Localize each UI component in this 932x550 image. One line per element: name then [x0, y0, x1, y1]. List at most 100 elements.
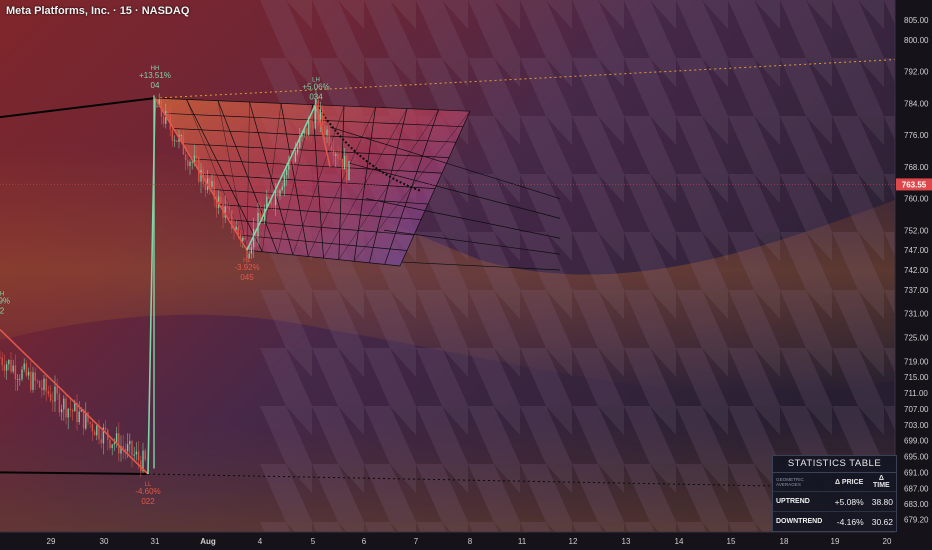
- candle-body: [58, 393, 61, 413]
- chart-title: Meta Platforms, Inc. · 15 · NASDAQ: [6, 5, 190, 17]
- candle-body: [52, 400, 54, 402]
- stats-row-label: DOWNTREND: [776, 518, 823, 525]
- x-tick-label: 14: [675, 537, 684, 546]
- y-tick-label: 703.00: [904, 421, 929, 430]
- y-tick-label: 737.00: [904, 286, 929, 295]
- candle-body: [8, 360, 10, 365]
- candle-body: [162, 116, 165, 124]
- candle-body: [60, 409, 63, 413]
- chart-stage: LL -4.60% 022 HH +13.51% 04 HL -3.92% 045 LH +5.06…: [0, 0, 932, 550]
- candle-body: [310, 120, 312, 122]
- candle-body: [109, 439, 111, 448]
- candle-body: [21, 369, 23, 380]
- candle-body: [1, 357, 3, 366]
- x-tick-label: 18: [780, 537, 789, 546]
- x-tick-label: 31: [151, 537, 160, 546]
- x-tick-label: 19: [831, 537, 840, 546]
- y-tick-label: 715.00: [904, 373, 929, 382]
- y-tick-label: 719.00: [904, 357, 929, 366]
- candle-body: [348, 160, 350, 181]
- candle-body: [326, 129, 328, 136]
- candle-body: [65, 398, 67, 418]
- y-tick-label: 776.00: [904, 131, 929, 140]
- pivot-text: 022: [141, 497, 155, 506]
- y-tick-label: 679.20: [904, 515, 929, 524]
- candle-body: [38, 381, 41, 388]
- candle-body: [47, 391, 50, 395]
- candle-body: [187, 160, 189, 166]
- y-tick-label: 747.00: [904, 246, 929, 255]
- candle-body: [321, 109, 324, 126]
- pivot-text: +5.06%: [302, 83, 329, 92]
- candle-body: [259, 212, 261, 219]
- x-tick-label: Aug: [200, 537, 216, 546]
- candle-body: [281, 186, 283, 191]
- candle-body: [167, 111, 169, 117]
- candle-body: [337, 154, 339, 159]
- x-tick-label: 7: [414, 537, 419, 546]
- y-tick-label: 695.00: [904, 453, 929, 462]
- candle-body: [204, 183, 207, 191]
- candle-body: [156, 106, 158, 108]
- candle-body: [30, 371, 32, 390]
- pivot-text: +13.51%: [139, 71, 171, 80]
- candle-body: [96, 425, 98, 436]
- candle-body: [43, 378, 45, 391]
- candle-body: [71, 410, 74, 412]
- candle-body: [242, 238, 244, 241]
- stats-row-downtrend: DOWNTREND -4.16% 30.62: [773, 512, 896, 532]
- candle-body: [312, 121, 314, 129]
- candle-body: [14, 365, 17, 380]
- candle-body: [211, 181, 213, 187]
- candle-body: [54, 386, 56, 402]
- candle-body: [341, 158, 344, 170]
- y-tick-label: 731.00: [904, 310, 929, 319]
- stats-row-time: 38.80: [866, 491, 896, 512]
- x-tick-label: 30: [100, 537, 109, 546]
- candle-body: [45, 378, 47, 392]
- candle-body: [268, 196, 270, 199]
- candle-body: [244, 238, 246, 240]
- stats-header-row: GEOMETRIC AVERAGES Δ PRICE Δ TIME: [773, 473, 896, 492]
- candle-body: [173, 140, 176, 142]
- candle-body: [0, 357, 1, 359]
- candle-body: [144, 450, 146, 460]
- candle-body: [91, 423, 94, 432]
- candle-body: [63, 398, 65, 410]
- candle-body: [335, 154, 337, 156]
- x-tick-label: 8: [468, 537, 473, 546]
- candle-body: [131, 440, 133, 456]
- candle-body: [277, 189, 279, 196]
- candle-body: [285, 169, 288, 176]
- x-tick-label: 4: [258, 537, 263, 546]
- candle-body: [209, 178, 211, 187]
- candle-body: [67, 408, 69, 418]
- candle-body: [235, 226, 237, 230]
- stats-row-label: UPTREND: [773, 491, 832, 512]
- y-tick-label: 683.00: [904, 500, 929, 509]
- y-tick-label: 699.00: [904, 437, 929, 446]
- candle-body: [100, 439, 102, 444]
- stats-row-time: 30.62: [871, 516, 893, 527]
- candle-body: [78, 411, 80, 423]
- stats-header-time: Δ TIME: [866, 473, 896, 492]
- current-price-label: 763.55: [902, 180, 927, 189]
- candle-body: [10, 360, 12, 372]
- y-tick-label: 784.00: [904, 99, 929, 108]
- pivot-text: 79%: [0, 297, 10, 306]
- candle-body: [339, 158, 341, 160]
- candle-body: [115, 433, 118, 443]
- candle-body: [171, 129, 174, 141]
- candle-body: [27, 371, 30, 376]
- x-tick-label: 29: [47, 537, 56, 546]
- candle-body: [296, 147, 299, 153]
- y-tick-label: 760.00: [904, 195, 929, 204]
- candle-body: [93, 431, 96, 436]
- candle-body: [133, 454, 135, 456]
- y-tick-label: 792.00: [904, 68, 929, 77]
- candle-body: [16, 379, 19, 381]
- y-tick-label: 742.00: [904, 266, 929, 275]
- candle-body: [3, 365, 6, 371]
- x-tick-label: 13: [622, 537, 631, 546]
- candle-body: [283, 175, 286, 187]
